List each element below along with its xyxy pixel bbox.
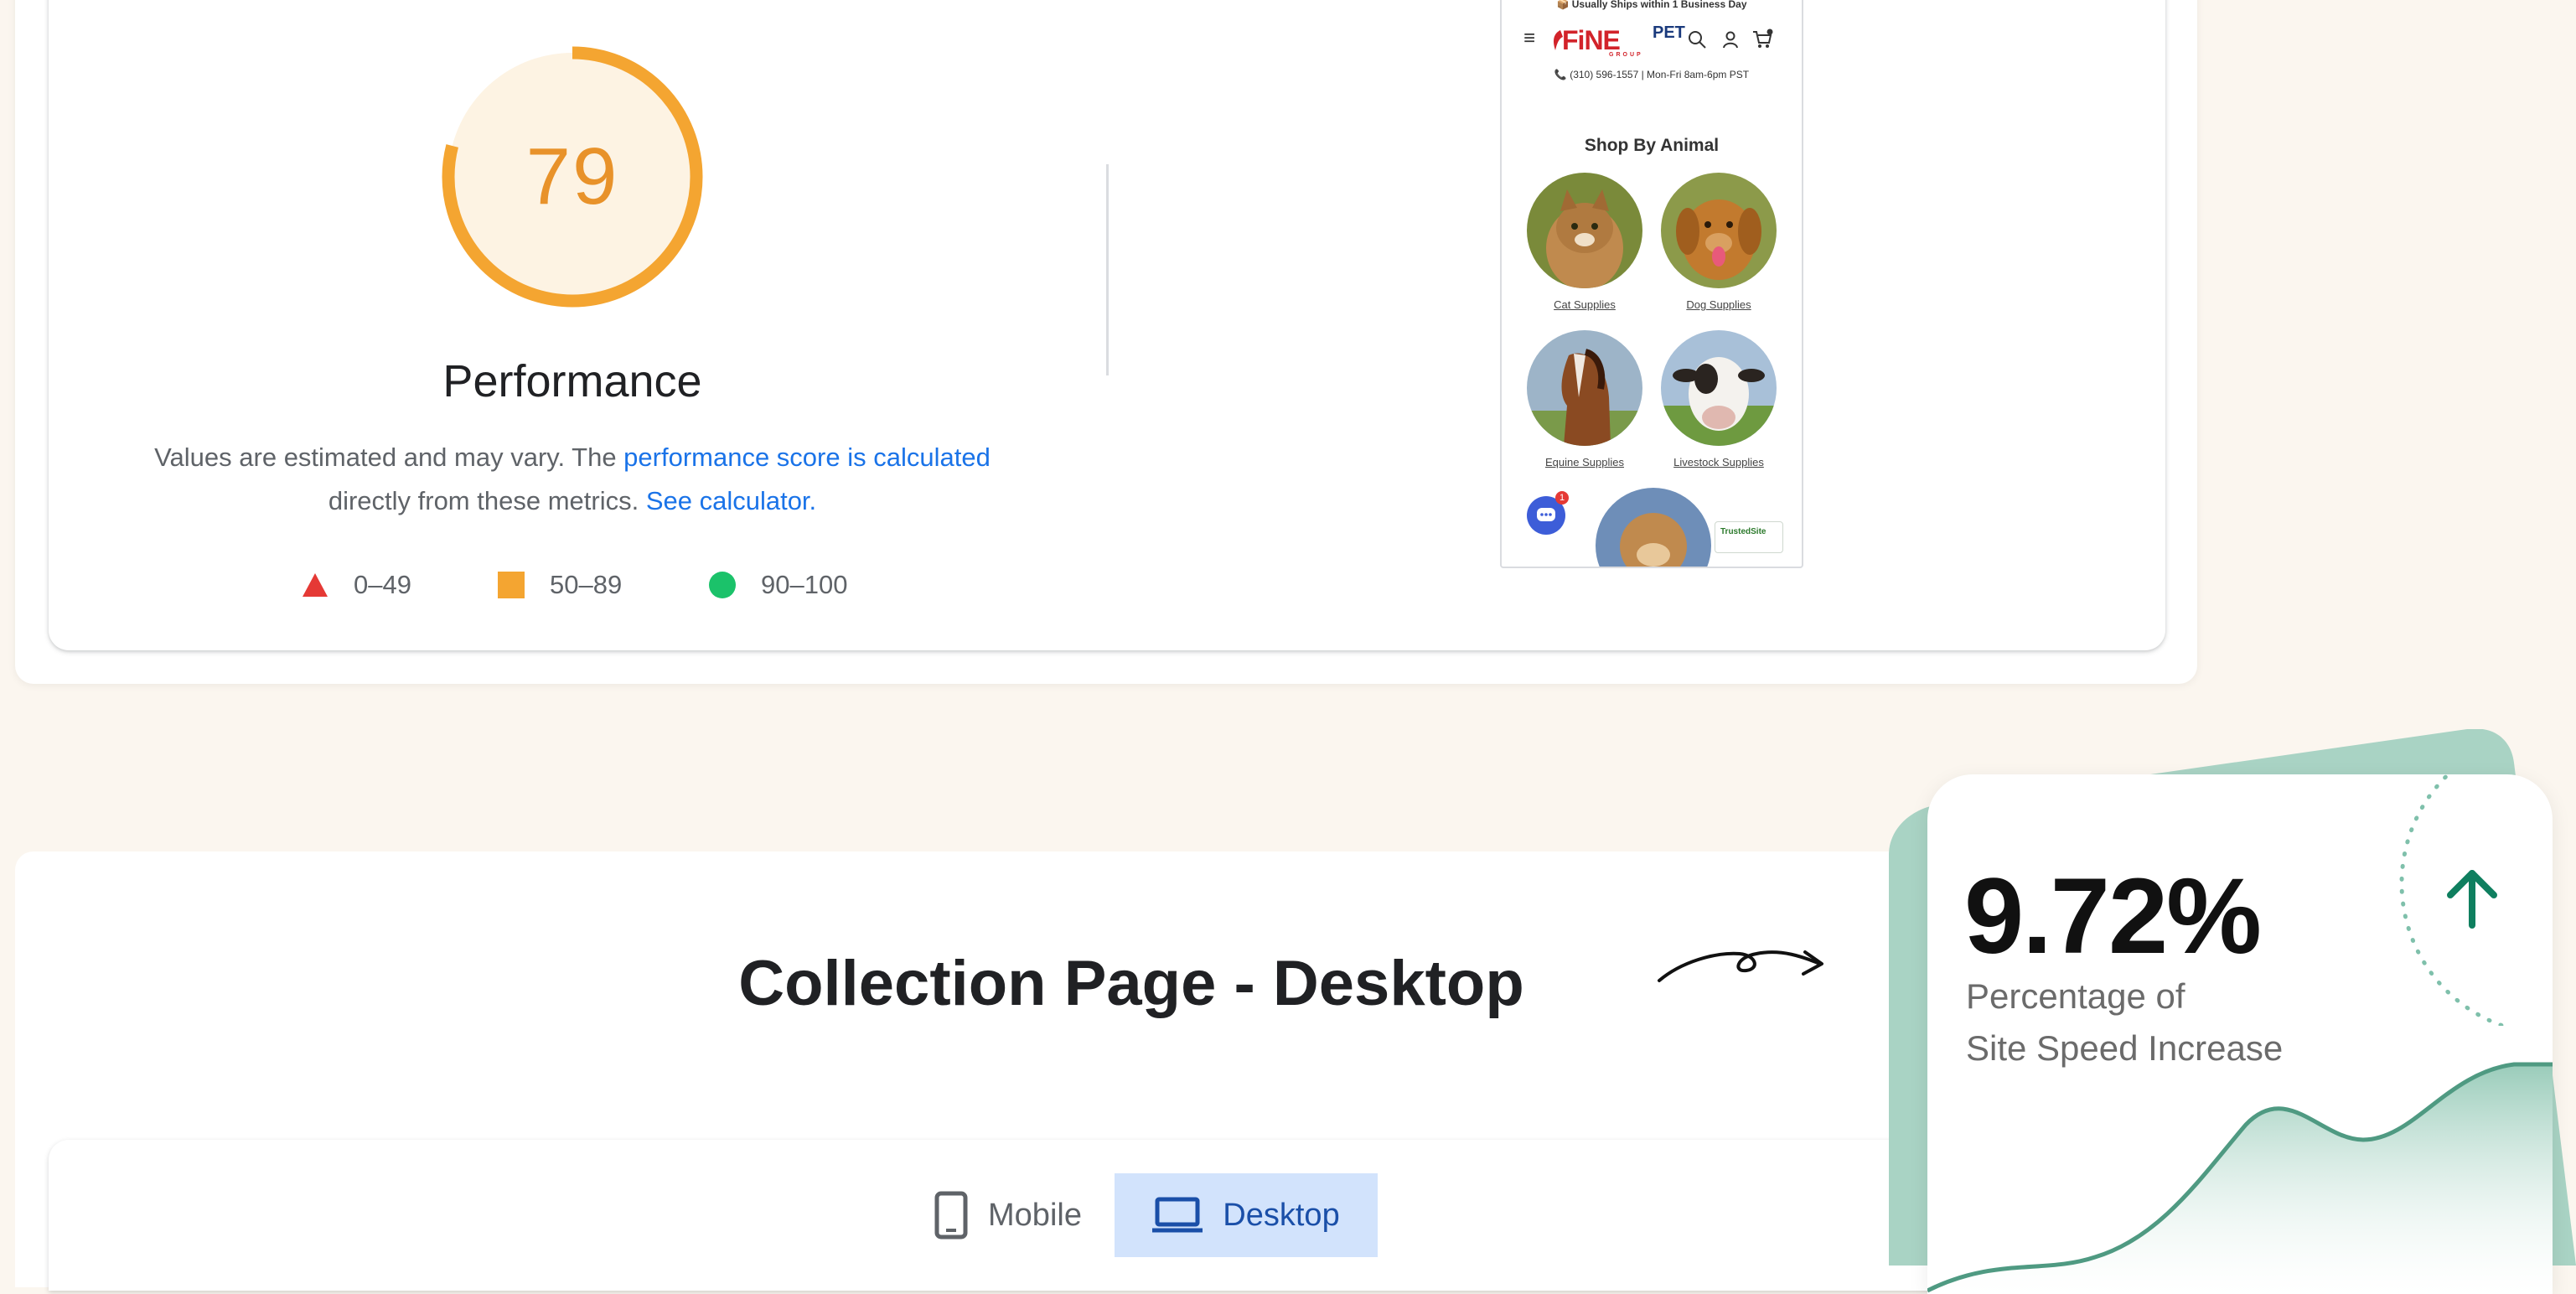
section-title: Collection Page - Desktop xyxy=(738,948,1524,1019)
animal-link[interactable]: Livestock Supplies xyxy=(1648,456,1790,468)
speed-trend-wave xyxy=(1927,1062,2553,1294)
animal-link[interactable]: Cat Supplies xyxy=(1513,298,1656,311)
account-icon[interactable] xyxy=(1720,28,1741,50)
vertical-divider xyxy=(1106,164,1109,375)
trusted-label: TrustedSite xyxy=(1720,527,1766,536)
chat-badge: 1 xyxy=(1555,491,1569,505)
horse-photo-icon[interactable] xyxy=(1527,330,1642,446)
speed-increase-card: 9.72% Percentage of Site Speed Increase xyxy=(1927,774,2553,1294)
trustedsite-badge: TrustedSite xyxy=(1715,521,1783,553)
cat-photo-icon[interactable] xyxy=(1527,173,1642,288)
mobile-page-screenshot: 📦 Usually Ships within 1 Business Day ≡ … xyxy=(1500,0,1803,568)
performance-score: 79 xyxy=(525,132,619,221)
laptop-icon xyxy=(1152,1197,1203,1233)
legend-pass: 90–100 xyxy=(709,567,847,603)
up-arrow-icon xyxy=(2447,870,2497,929)
curved-arrow-icon xyxy=(1658,950,1823,982)
circle-icon xyxy=(709,572,736,598)
animal-link[interactable]: Equine Supplies xyxy=(1513,456,1656,468)
smartphone-icon xyxy=(934,1191,968,1240)
stat-value: 9.72% xyxy=(1964,857,2262,976)
legend-average-label: 50–89 xyxy=(550,570,623,599)
decorative-dotted-ring xyxy=(2399,774,2511,1026)
legend-average: 50–89 xyxy=(498,567,622,603)
performance-description: Values are estimated and may vary. The p… xyxy=(117,436,1027,523)
desc-text-2: directly from these metrics. xyxy=(328,486,646,515)
contact-line: 📞 (310) 596-1557 | Mon-Fri 8am-6pm PST xyxy=(1554,69,1750,80)
performance-title: Performance xyxy=(442,356,702,406)
tab-mobile[interactable]: Mobile xyxy=(902,1173,1115,1257)
cow-photo-icon[interactable] xyxy=(1661,330,1777,446)
search-icon[interactable] xyxy=(1686,28,1708,50)
shipping-note: 📦 Usually Ships within 1 Business Day xyxy=(1556,0,1747,10)
tab-mobile-label: Mobile xyxy=(988,1197,1082,1233)
cart-icon[interactable] xyxy=(1751,28,1773,50)
legend-pass-label: 90–100 xyxy=(761,570,848,599)
desc-text: Values are estimated and may vary. The xyxy=(154,443,624,472)
legend-fail-label: 0–49 xyxy=(354,570,411,599)
animal-link[interactable]: Dog Supplies xyxy=(1648,298,1790,311)
tab-desktop[interactable]: Desktop xyxy=(1115,1173,1378,1257)
square-icon xyxy=(498,572,525,598)
hamburger-menu-icon: ≡ xyxy=(1523,27,1536,49)
dog-photo-icon[interactable] xyxy=(1596,488,1711,567)
see-calculator-link[interactable]: See calculator. xyxy=(646,486,816,515)
shop-by-animal-title: Shop By Animal xyxy=(1584,136,1720,155)
stat-label-line1: Percentage of xyxy=(1966,976,2185,1016)
score-calculated-link[interactable]: performance score is calculated xyxy=(623,443,991,472)
phone-header: ≡ FiNE PET GROUP xyxy=(1502,18,1802,58)
triangle-icon xyxy=(303,573,328,597)
tab-desktop-label: Desktop xyxy=(1223,1197,1340,1233)
dog-photo-icon[interactable] xyxy=(1661,173,1777,288)
legend-fail: 0–49 xyxy=(302,567,411,603)
